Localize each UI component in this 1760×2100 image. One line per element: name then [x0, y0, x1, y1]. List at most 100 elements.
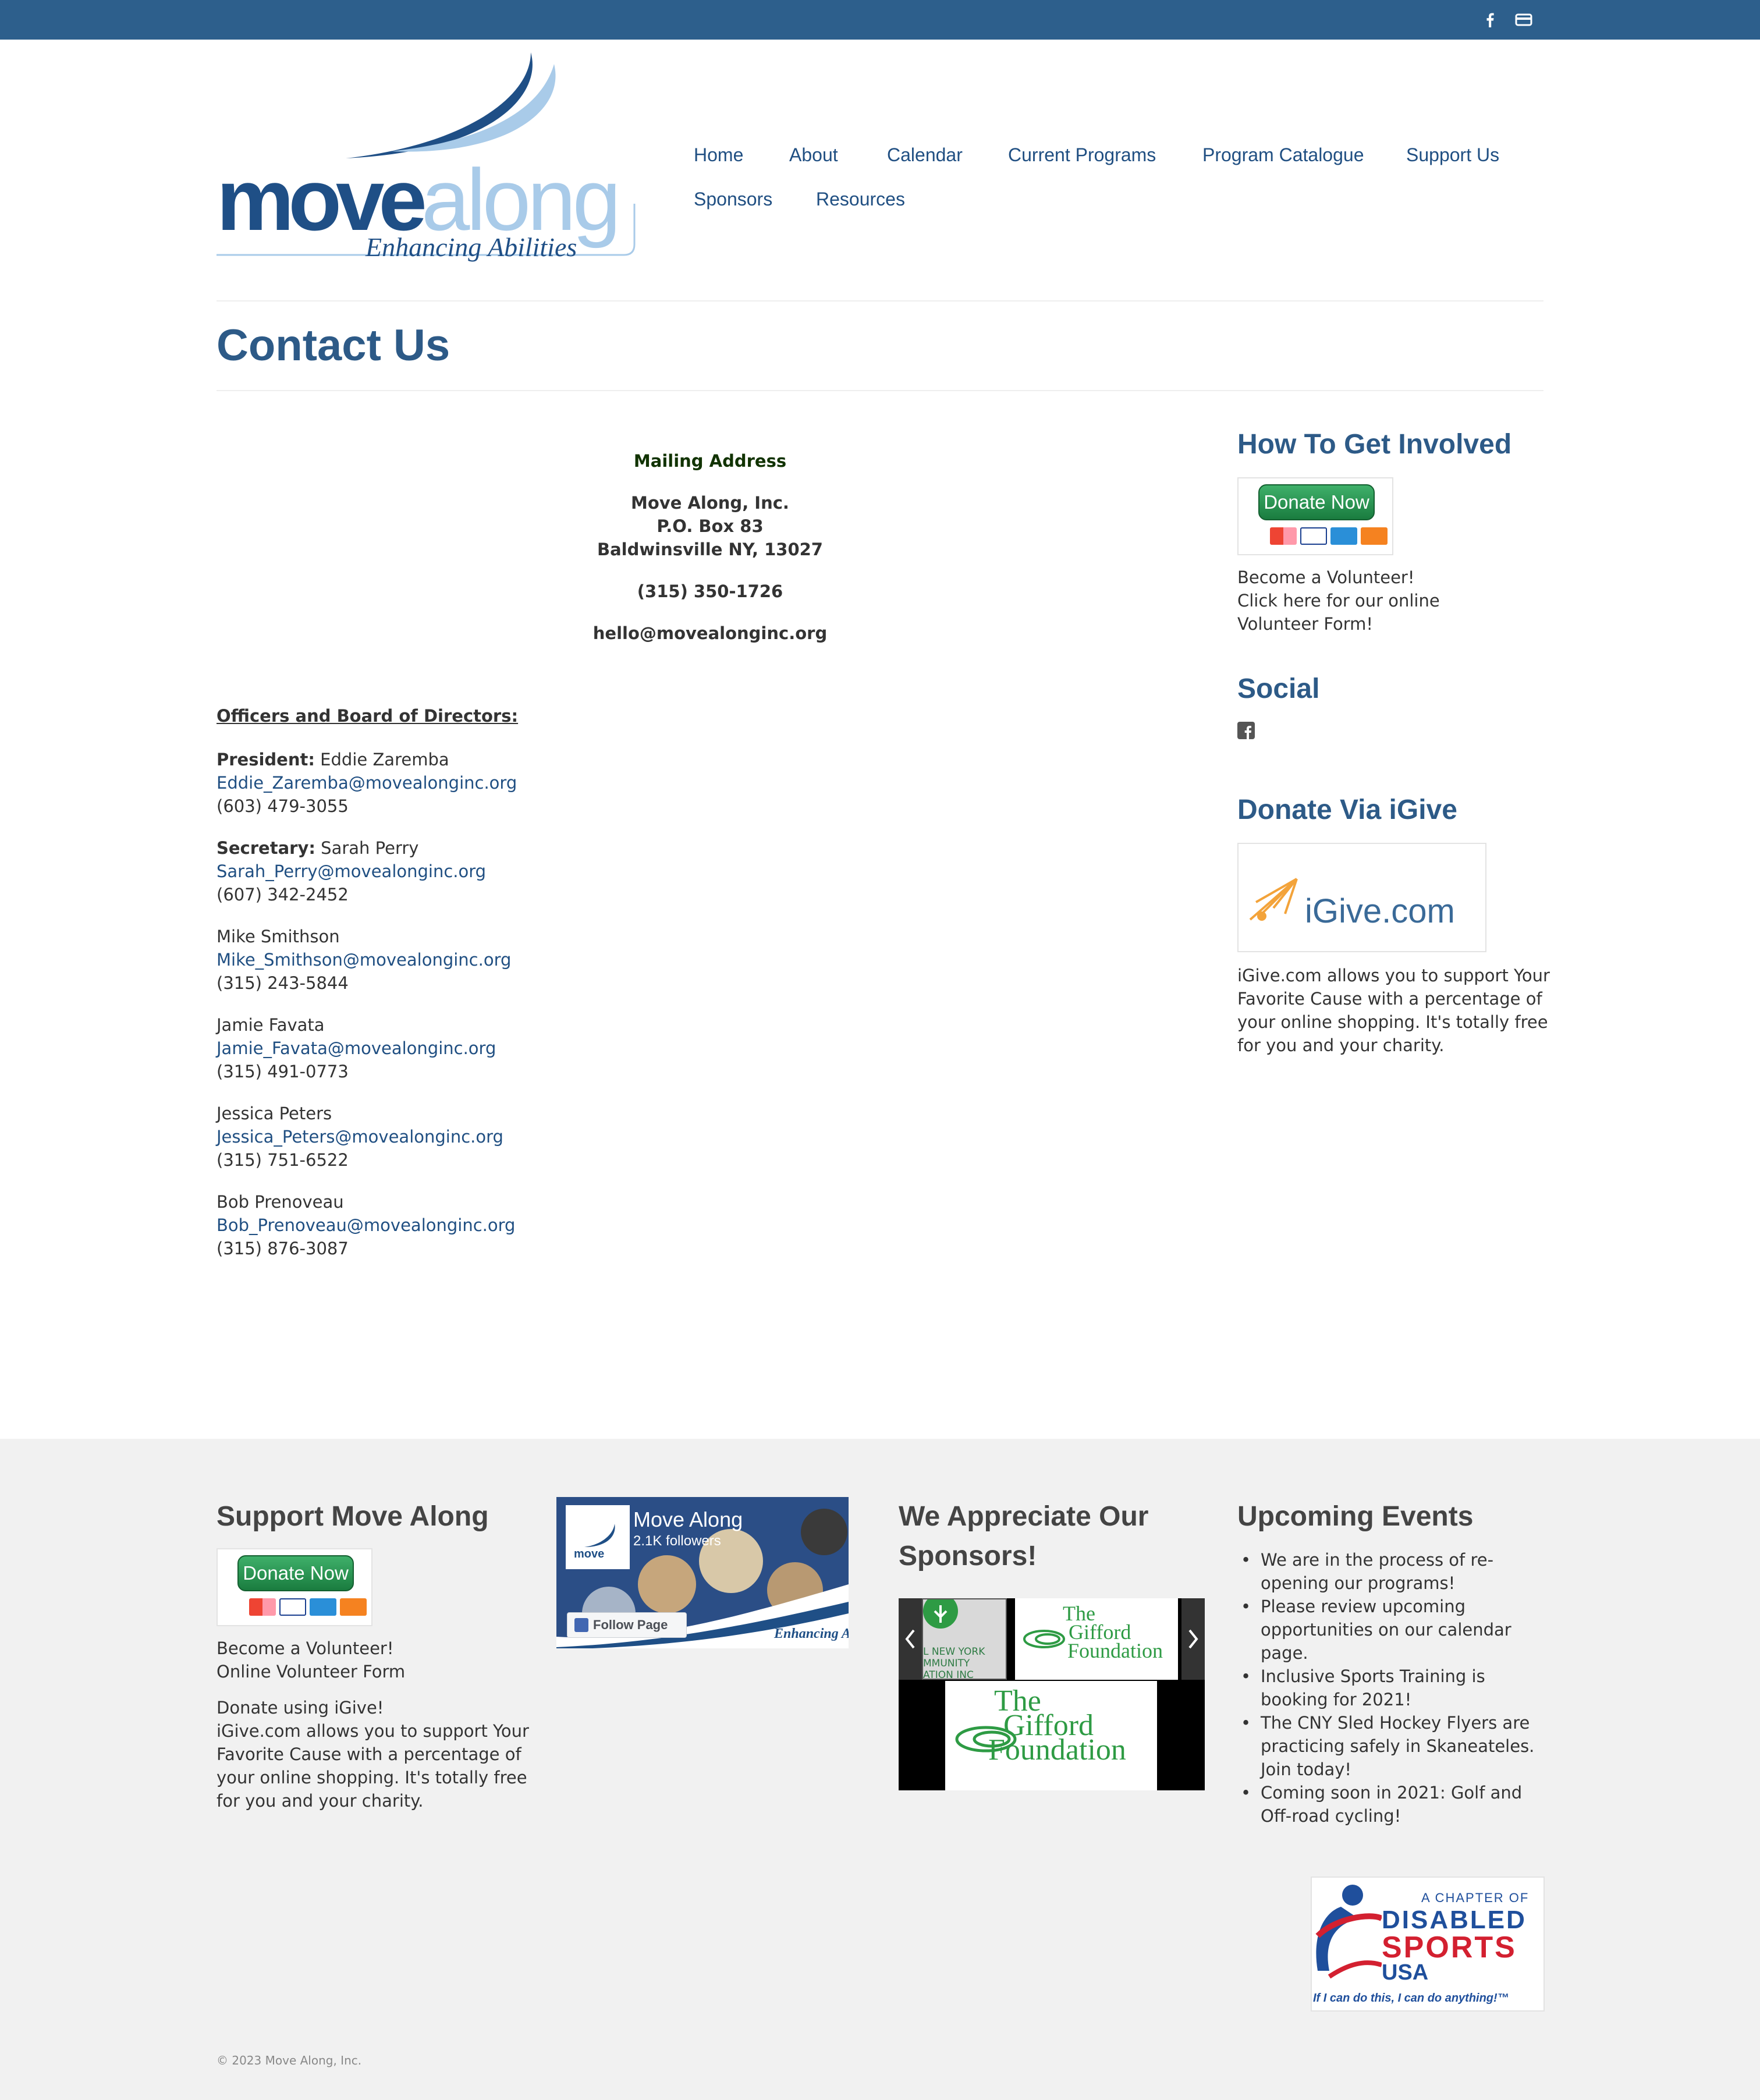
officer-email[interactable]: Eddie_Zaremba@movealonginc.org — [217, 771, 517, 794]
sponsor-slider[interactable]: L NEW YORK MMUNITY ATION INC The Gifford… — [899, 1598, 1205, 1790]
nav-about[interactable]: About — [789, 144, 838, 166]
svg-text:Enhancing Abilities: Enhancing Abilities — [365, 232, 577, 262]
mailing-email[interactable]: hello@movealonginc.org — [483, 622, 937, 645]
officer-email[interactable]: Sarah_Perry@movealonginc.org — [217, 860, 486, 883]
disabled-sports-usa-logo[interactable]: A CHAPTER OF DISABLED SPORTS USA If I ca… — [1311, 1876, 1545, 2012]
sponsor-left-line: ATION INC — [923, 1669, 974, 1680]
mastercard-icon — [249, 1598, 276, 1616]
facebook-page-widget[interactable]: move Move Along 2.1K followers Follow Pa… — [556, 1497, 849, 1648]
slider-next-button[interactable] — [1181, 1598, 1205, 1680]
sponsor-logo-gifford-small[interactable]: The Gifford Foundation — [1015, 1598, 1178, 1680]
support-heading: Support Move Along — [217, 1501, 489, 1532]
dsusa-usa: USA — [1382, 1960, 1429, 1985]
footer-donate-button[interactable]: Donate Now — [217, 1548, 372, 1626]
amex-icon — [310, 1598, 336, 1616]
volunteer-form-link[interactable]: Volunteer Form! — [1237, 612, 1373, 636]
footer-igive-text: your online shopping. It's totally free — [217, 1768, 527, 1787]
sponsor-left-line: L NEW YORK — [923, 1646, 985, 1658]
nav-current-programs[interactable]: Current Programs — [1008, 144, 1156, 166]
nav-support-us[interactable]: Support Us — [1406, 144, 1499, 166]
event-item: Please review upcoming opportunities on … — [1241, 1595, 1552, 1665]
facebook-square-icon[interactable] — [1237, 722, 1255, 739]
card-icon[interactable] — [1513, 9, 1534, 30]
officer-phone: (315) 876-3087 — [217, 1239, 349, 1258]
mailing-phone: (315) 350-1726 — [637, 581, 783, 601]
slider-prev-button[interactable] — [899, 1598, 922, 1680]
officer-name: Secretary: Sarah Perry — [217, 838, 419, 858]
footer-igive-text: for you and your charity. — [217, 1791, 424, 1811]
officer-phone: (607) 342-2452 — [217, 885, 349, 904]
officer-phone: (603) 479-3055 — [217, 796, 349, 816]
mailing-heading: Mailing Address — [633, 451, 787, 471]
officer-name: Mike Smithson — [217, 927, 340, 946]
officer-email[interactable]: Mike_Smithson@movealonginc.org — [217, 948, 511, 971]
facebook-icon[interactable] — [1479, 9, 1500, 30]
igive-text: for you and your charity. — [1237, 1035, 1445, 1055]
payment-cards — [1270, 527, 1388, 545]
events-list: We are in the process of re-opening our … — [1241, 1548, 1552, 1828]
nav-resources[interactable]: Resources — [816, 189, 905, 210]
officer-email[interactable]: Bob_Prenoveau@movealonginc.org — [217, 1214, 515, 1237]
gifford-name: The Gifford Foundation — [1063, 1602, 1163, 1662]
volunteer-link[interactable]: Click here for our online — [1237, 589, 1440, 612]
donate-label: Donate Now — [237, 1555, 354, 1591]
dsusa-sports: SPORTS — [1382, 1931, 1517, 1964]
event-item: Inclusive Sports Training is booking for… — [1241, 1665, 1552, 1711]
volunteer-text: Become a Volunteer! — [1237, 567, 1415, 587]
movealong-logo[interactable]: move along Enhancing Abilities — [217, 52, 636, 274]
page-title: Contact Us — [217, 321, 450, 370]
events-heading: Upcoming Events — [1237, 1501, 1474, 1532]
mastercard-icon — [1270, 527, 1297, 545]
mailing-city: Baldwinsville NY, 13027 — [597, 540, 823, 559]
social-heading: Social — [1237, 673, 1320, 704]
nav-program-catalogue[interactable]: Program Catalogue — [1202, 144, 1364, 166]
amex-icon — [1330, 527, 1357, 545]
sponsors-heading-line2: Sponsors! — [899, 1541, 1037, 1572]
officers-heading: Officers and Board of Directors: — [217, 706, 519, 726]
sponsor-left-line: MMUNITY — [923, 1658, 970, 1669]
nav-sponsors[interactable]: Sponsors — [694, 189, 772, 210]
officer-email[interactable]: Jamie_Favata@movealonginc.org — [217, 1037, 496, 1060]
fb-followers: 2.1K followers — [633, 1533, 721, 1549]
footer-igive-text: Donate using iGive! — [217, 1698, 384, 1718]
fb-follow-button[interactable]: Follow Page — [567, 1612, 687, 1638]
visa-icon — [279, 1598, 306, 1616]
donate-now-button[interactable]: Donate Now — [1237, 477, 1393, 555]
chevron-left-icon — [905, 1629, 915, 1649]
footer-volunteer-text: Become a Volunteer! — [217, 1638, 394, 1658]
footer-igive-text: Favorite Cause with a percentage of — [217, 1744, 521, 1764]
officer-phone: (315) 751-6522 — [217, 1150, 349, 1170]
involved-heading: How To Get Involved — [1237, 429, 1512, 460]
igive-logo-text: iGive.com — [1305, 892, 1455, 930]
mailing-name: Move Along, Inc. — [631, 493, 789, 513]
nav-calendar[interactable]: Calendar — [887, 144, 963, 166]
officer-phone: (315) 243-5844 — [217, 973, 349, 993]
fb-banner-text: Enhancing A — [774, 1626, 849, 1641]
footer-volunteer-link[interactable]: Online Volunteer Form — [217, 1660, 405, 1683]
igive-heading: Donate Via iGive — [1237, 794, 1457, 825]
igive-text: iGive.com allows you to support Your — [1237, 966, 1550, 985]
igive-text: your online shopping. It's totally free — [1237, 1012, 1548, 1032]
discover-icon — [1361, 527, 1388, 545]
header-divider — [217, 300, 1543, 301]
dsusa-tagline: If I can do this, I can do anything!™ — [1313, 1992, 1509, 2005]
discover-icon — [340, 1598, 367, 1616]
payment-cards — [249, 1598, 367, 1616]
fb-page-avatar: move — [566, 1505, 630, 1569]
igive-banner[interactable]: iGive.com — [1237, 843, 1486, 952]
fb-page-name[interactable]: Move Along — [633, 1507, 743, 1532]
dsusa-chapter: A CHAPTER OF — [1421, 1890, 1530, 1905]
event-item: We are in the process of re-opening our … — [1241, 1548, 1552, 1595]
igive-text: Favorite Cause with a percentage of — [1237, 989, 1542, 1009]
sponsor-logo-gifford[interactable]: The Gifford Foundation — [945, 1681, 1157, 1790]
title-divider — [217, 390, 1543, 391]
officer-phone: (315) 491-0773 — [217, 1062, 349, 1081]
facebook-icon — [574, 1618, 588, 1632]
mailing-box: P.O. Box 83 — [657, 516, 764, 536]
svg-text:move: move — [574, 1548, 604, 1560]
gifford-name-large: The Gifford Foundation — [988, 1684, 1126, 1766]
nav-home[interactable]: Home — [694, 144, 743, 166]
officer-email[interactable]: Jessica_Peters@movealonginc.org — [217, 1125, 503, 1148]
officer-name: Jessica Peters — [217, 1104, 332, 1123]
sponsor-logo-community[interactable]: L NEW YORK MMUNITY ATION INC — [922, 1598, 1007, 1680]
